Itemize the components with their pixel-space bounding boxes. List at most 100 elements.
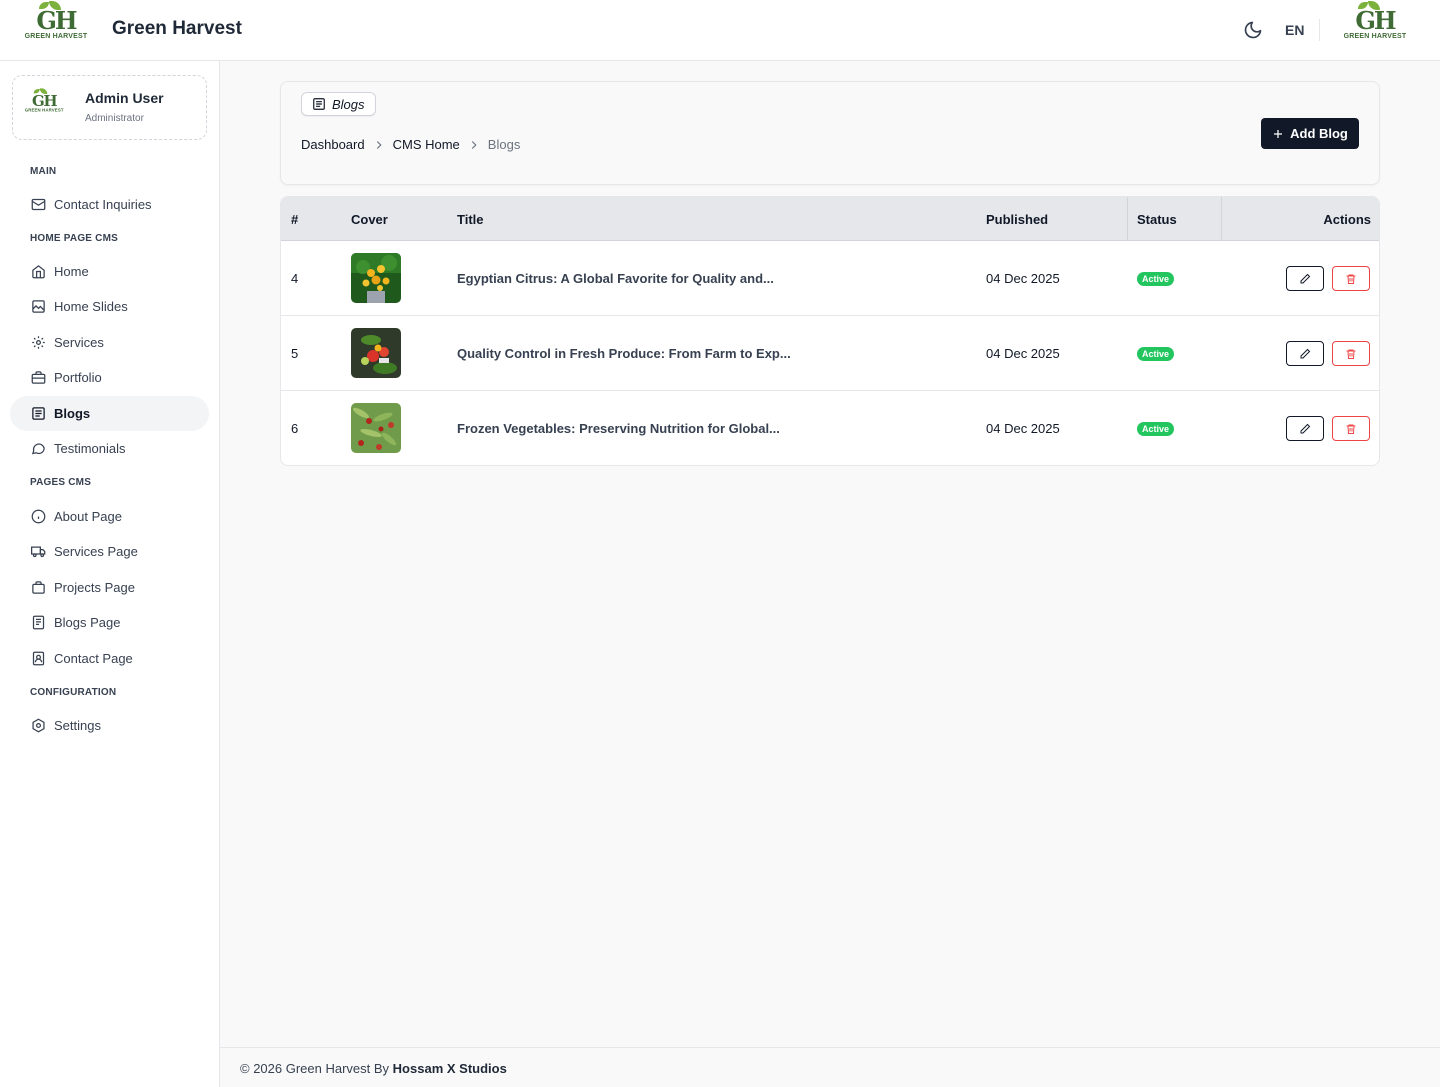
home-icon — [30, 264, 46, 280]
sidebar: GH GREEN HARVEST Admin User Administrato… — [0, 61, 220, 1087]
row-published: 04 Dec 2025 — [986, 271, 1060, 286]
sidebar-item-label: Settings — [54, 718, 101, 733]
sidebar-item-portfolio[interactable]: Portfolio — [10, 360, 209, 395]
sidebar-item-contact-page[interactable]: Contact Page — [10, 641, 209, 676]
status-badge: Active — [1137, 347, 1175, 361]
table-row: 6 Frozen Vegetables: Preserving Nutritio… — [281, 391, 1379, 465]
row-title[interactable]: Egyptian Citrus: A Global Favorite for Q… — [457, 271, 774, 286]
status-badge: Active — [1137, 272, 1175, 286]
sidebar-item-label: Projects Page — [54, 580, 135, 595]
top-header: GH GREEN HARVEST Green Harvest EN GH GRE… — [0, 0, 1440, 61]
edit-button[interactable] — [1286, 416, 1324, 441]
sidebar-item-label: Home Slides — [54, 299, 128, 314]
bag-icon — [30, 580, 46, 596]
footer: © 2026 Green Harvest By Hossam X Studios — [220, 1047, 1440, 1087]
brand-name: Green Harvest — [112, 18, 242, 39]
pencil-icon — [1300, 273, 1311, 283]
footer-text: © 2026 Green Harvest By Hossam X Studios — [240, 1061, 507, 1076]
pencil-icon — [1300, 348, 1311, 358]
chevron-right-icon — [471, 140, 477, 149]
column-header-cover: Cover — [351, 212, 388, 227]
sidebar-item-contact-inquiries[interactable]: Contact Inquiries — [10, 187, 209, 222]
add-blog-label: Add Blog — [1290, 126, 1348, 141]
sidebar-item-label: About Page — [54, 509, 122, 524]
sidebar-item-services-page[interactable]: Services Page — [10, 534, 209, 569]
trash-icon — [1346, 424, 1356, 434]
breadcrumb-cms-home[interactable]: CMS Home — [393, 137, 460, 152]
breadcrumb-dashboard[interactable]: Dashboard — [301, 137, 365, 152]
sidebar-item-label: Testimonials — [54, 441, 126, 456]
sidebar-item-testimonials[interactable]: Testimonials — [10, 431, 209, 466]
newspaper-icon — [30, 406, 46, 422]
settings-icon — [30, 718, 46, 734]
sidebar-item-blogs-page[interactable]: Blogs Page — [10, 605, 209, 640]
row-title[interactable]: Frozen Vegetables: Preserving Nutrition … — [457, 421, 780, 436]
contact-book-icon — [30, 651, 46, 667]
sidebar-item-label: Contact Inquiries — [54, 197, 152, 212]
page-header-card: Blogs Dashboard CMS Home Blogs Add Blog — [280, 81, 1380, 185]
pencil-icon — [1300, 423, 1311, 433]
table-row: 5 Quality Control in Fresh Produce: From… — [281, 316, 1379, 391]
add-blog-button[interactable]: Add Blog — [1261, 118, 1359, 149]
sidebar-item-home[interactable]: Home — [10, 254, 209, 289]
user-name: Admin User — [85, 90, 164, 106]
sidebar-item-label: Blogs Page — [54, 615, 121, 630]
delete-button[interactable] — [1332, 416, 1370, 441]
sidebar-item-blogs[interactable]: Blogs — [10, 396, 209, 431]
column-divider — [1221, 197, 1222, 241]
blogs-table: # Cover Title Published Status Actions 4… — [280, 196, 1380, 466]
newspaper-icon — [313, 98, 325, 110]
sidebar-item-home-slides[interactable]: Home Slides — [10, 289, 209, 324]
page-title-pill: Blogs — [301, 92, 376, 116]
status-badge: Active — [1137, 422, 1175, 436]
sidebar-item-settings[interactable]: Settings — [10, 708, 209, 743]
row-id: 4 — [291, 271, 299, 286]
delete-button[interactable] — [1332, 341, 1370, 366]
table-header: # Cover Title Published Status Actions — [281, 197, 1379, 241]
table-row: 4 Egyptian Citrus: A Global Favorite for… — [281, 241, 1379, 316]
edit-button[interactable] — [1286, 341, 1324, 366]
user-card[interactable]: GH GREEN HARVEST Admin User Administrato… — [12, 75, 207, 140]
page-title: Blogs — [332, 96, 365, 112]
sidebar-item-label: Blogs — [54, 406, 91, 421]
gear-icon — [30, 335, 46, 351]
briefcase-icon — [30, 370, 46, 386]
column-header-actions: Actions — [1323, 212, 1371, 227]
cover-thumbnail — [351, 328, 401, 378]
logo-right[interactable]: GH GREEN HARVEST — [1342, 1, 1408, 40]
cover-thumbnail — [351, 253, 401, 303]
sidebar-item-services[interactable]: Services — [10, 325, 209, 360]
header-divider — [1319, 19, 1320, 41]
row-published: 04 Dec 2025 — [986, 346, 1060, 361]
footer-copyright: © 2026 Green Harvest By — [240, 1061, 390, 1076]
sidebar-item-label: Contact Page — [54, 651, 133, 666]
row-published: 04 Dec 2025 — [986, 421, 1060, 436]
logo[interactable]: GH GREEN HARVEST — [23, 1, 89, 40]
user-avatar: GH GREEN HARVEST — [25, 88, 63, 113]
breadcrumb-current: Blogs — [487, 137, 521, 152]
info-icon — [30, 509, 46, 525]
sidebar-item-projects-page[interactable]: Projects Page — [10, 570, 209, 605]
delete-button[interactable] — [1332, 266, 1370, 291]
chat-bubble-icon — [30, 441, 46, 457]
image-icon — [30, 299, 46, 315]
edit-button[interactable] — [1286, 266, 1324, 291]
section-main: MAIN — [30, 166, 57, 177]
column-divider — [1127, 197, 1128, 241]
row-title[interactable]: Quality Control in Fresh Produce: From F… — [457, 346, 791, 361]
row-id: 6 — [291, 421, 299, 436]
sidebar-item-label: Services — [54, 335, 104, 350]
language-switch[interactable]: EN — [1285, 22, 1304, 38]
cover-thumbnail — [351, 403, 401, 453]
column-header-published: Published — [986, 212, 1049, 227]
footer-author[interactable]: Hossam X Studios — [393, 1061, 507, 1076]
sidebar-item-about-page[interactable]: About Page — [10, 499, 209, 534]
section-home-cms: HOME PAGE CMS — [30, 233, 118, 244]
plus-icon — [1274, 129, 1283, 138]
column-header-title: Title — [457, 212, 484, 227]
section-configuration: CONFIGURATION — [30, 687, 117, 698]
trash-icon — [1346, 274, 1356, 284]
moon-icon[interactable] — [1243, 20, 1263, 40]
column-header-status: Status — [1137, 212, 1177, 227]
chevron-right-icon — [376, 140, 382, 149]
